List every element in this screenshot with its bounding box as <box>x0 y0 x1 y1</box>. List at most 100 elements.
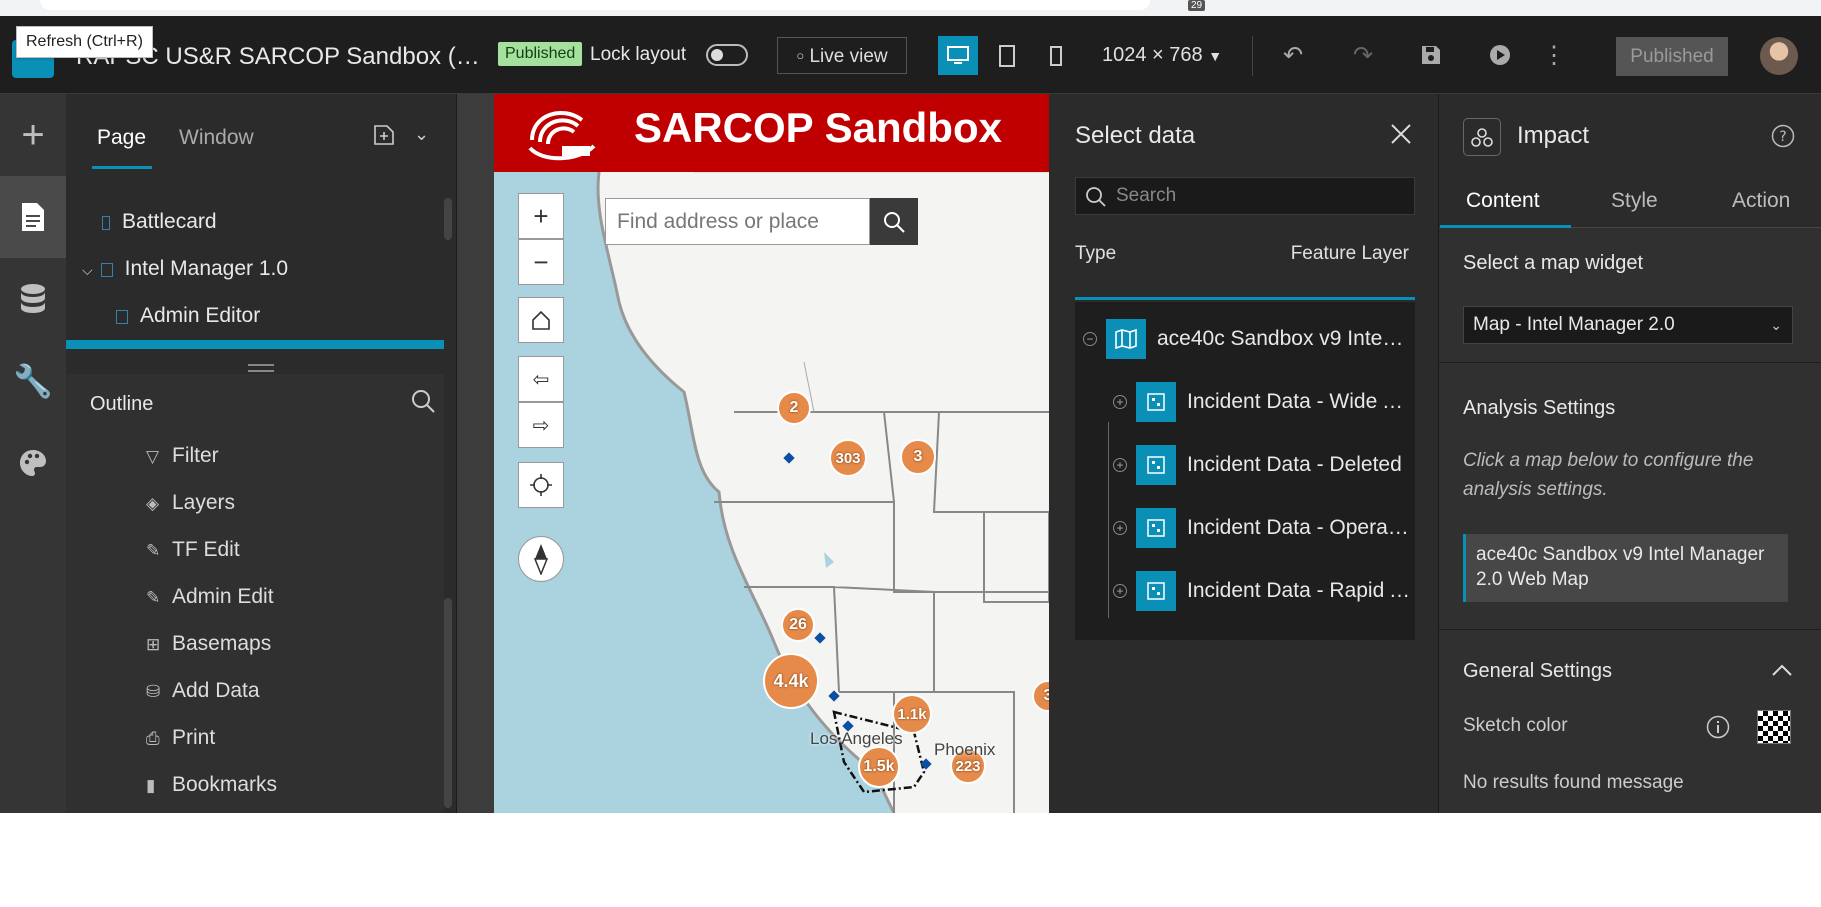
cluster-marker[interactable]: 1.5k <box>858 746 900 788</box>
page-item-battlecard[interactable]: Battlecard <box>102 210 217 234</box>
redo-button[interactable]: ↷ <box>1348 40 1378 70</box>
theme-button[interactable] <box>0 422 66 504</box>
browser-address-bar[interactable] <box>40 0 1150 10</box>
close-button[interactable] <box>1389 122 1413 151</box>
general-settings-title[interactable]: General Settings <box>1463 660 1612 683</box>
locate-button[interactable] <box>518 462 564 508</box>
layer-item[interactable]: + Incident Data - Deleted <box>1113 445 1413 485</box>
next-extent-button[interactable]: ⇨ <box>518 402 564 448</box>
data-source-root[interactable]: − ace40c Sandbox v9 Intel Manager 2.0 We… <box>1083 319 1413 359</box>
outline-item-bookmarks[interactable]: ▮ Bookmarks <box>146 773 277 797</box>
map-widget[interactable]: + − ⇦ ⇨ Find address or place 2 303 3 26… <box>494 172 1049 813</box>
outline-item-tf-edit[interactable]: ✎ TF Edit <box>146 538 240 562</box>
data-button[interactable] <box>0 258 66 340</box>
filter-icon: ▽ <box>146 447 160 466</box>
tools-button[interactable]: 🔧 <box>0 340 66 422</box>
map-widget-select[interactable]: Map - Intel Manager 2.0 ⌄ <box>1463 306 1793 344</box>
layers-icon: ◈ <box>146 494 160 513</box>
tab-page[interactable]: Page <box>97 126 146 150</box>
cluster-marker[interactable]: 1.1k <box>892 694 932 734</box>
cluster-marker[interactable]: 3 <box>900 439 936 475</box>
mobile-device-button[interactable] <box>1036 36 1076 75</box>
more-vertical-icon: ⋮ <box>1542 41 1566 69</box>
feature-layer-icon <box>1136 445 1176 485</box>
preview-button[interactable] <box>1485 40 1515 70</box>
live-view-button[interactable]: ○ Live view <box>777 37 907 74</box>
zoom-out-button[interactable]: − <box>518 239 564 285</box>
edit-icon: ✎ <box>146 541 161 560</box>
close-icon <box>1391 124 1411 144</box>
type-filter-value[interactable]: Feature Layer <box>1291 243 1409 265</box>
previous-extent-button[interactable]: ⇦ <box>518 356 564 402</box>
cluster-marker[interactable]: 2 <box>777 391 811 425</box>
cluster-marker[interactable]: 26 <box>781 608 815 642</box>
info-icon[interactable] <box>1706 715 1730 744</box>
layer-item[interactable]: + Incident Data - Operations <box>1113 508 1413 548</box>
layer-item[interactable]: + Incident Data - Wide Area Search <box>1113 382 1413 422</box>
outline-scrollbar[interactable] <box>444 598 452 808</box>
chevron-down-icon: ⌵ <box>82 262 93 278</box>
more-options-button[interactable]: ⋮ <box>1539 40 1569 70</box>
page-item-label: Intel Manager 1.0 <box>124 257 289 280</box>
outline-item-label: Add Data <box>172 679 260 702</box>
publish-button[interactable]: Published <box>1616 37 1728 76</box>
pages-scrollbar[interactable] <box>444 198 452 240</box>
plus-icon: + <box>533 200 549 231</box>
tab-content[interactable]: Content <box>1466 189 1540 213</box>
toolbar-divider <box>1252 36 1253 76</box>
outline-item-basemaps[interactable]: ⊞ Basemaps <box>146 632 271 656</box>
outline-item-admin-edit[interactable]: ✎ Admin Edit <box>146 585 274 609</box>
home-button[interactable] <box>518 297 564 343</box>
collapse-section-button[interactable] <box>1771 662 1793 683</box>
tablet-device-button[interactable] <box>987 36 1027 75</box>
help-icon: ? <box>1771 124 1795 148</box>
home-icon <box>532 310 550 330</box>
tab-style[interactable]: Style <box>1611 189 1658 213</box>
cluster-marker[interactable]: 4.4k <box>763 653 819 709</box>
outline-item-layers[interactable]: ◈ Layers <box>146 491 235 515</box>
add-page-button[interactable] <box>373 124 395 151</box>
outline-item-print[interactable]: ⎙ Print <box>146 726 215 750</box>
data-search-input[interactable]: Search <box>1075 177 1415 215</box>
selected-page-indicator <box>66 340 444 349</box>
save-button[interactable] <box>1416 40 1446 70</box>
compass-button[interactable] <box>518 536 564 582</box>
lock-layout-label: Lock layout <box>590 44 687 65</box>
outline-item-filter[interactable]: ▽ Filter <box>146 444 219 468</box>
analysis-hint: Click a map below to configure the analy… <box>1463 450 1754 500</box>
page-button[interactable] <box>0 176 66 258</box>
tab-action[interactable]: Action <box>1732 189 1790 213</box>
city-label: Phoenix <box>934 740 996 759</box>
caret-down-icon: ▼ <box>1208 48 1223 64</box>
cluster-marker[interactable]: 303 <box>829 439 867 477</box>
layer-label: Incident Data - Wide Area Search <box>1187 390 1412 413</box>
analysis-settings-title: Analysis Settings <box>1463 397 1616 419</box>
page-item-admin-editor[interactable]: Admin Editor <box>116 304 260 328</box>
sketch-color-picker[interactable] <box>1757 710 1791 744</box>
select-map-label: Select a map widget <box>1463 252 1644 274</box>
panel-splitter-handle[interactable] <box>248 364 274 372</box>
layer-item[interactable]: + Incident Data - Rapid Assessment <box>1113 571 1413 611</box>
resolution-dropdown[interactable]: 1024 × 768 ▼ <box>1102 44 1222 67</box>
page-item-icon <box>102 216 110 230</box>
help-button[interactable]: ? <box>1771 124 1795 153</box>
undo-button[interactable]: ↶ <box>1278 40 1308 70</box>
tab-window[interactable]: Window <box>179 126 254 150</box>
insert-widget-button[interactable]: + <box>0 94 66 176</box>
map-search-button[interactable] <box>870 198 918 245</box>
app-header-banner[interactable]: SARCOP Sandbox <box>494 94 1049 172</box>
outline-item-label: Filter <box>172 444 219 467</box>
circle-icon: ○ <box>796 48 805 63</box>
outline-item-add-data[interactable]: ⛁ Add Data <box>146 679 260 703</box>
desktop-device-button[interactable] <box>938 36 978 75</box>
page-item-intel-manager[interactable]: ⌵ Intel Manager 1.0 <box>82 257 288 281</box>
map-search-input[interactable]: Find address or place <box>605 198 870 245</box>
add-page-dropdown[interactable]: ⌄ <box>414 124 429 145</box>
resolution-value: 1024 × 768 <box>1102 44 1203 66</box>
outline-search-button[interactable] <box>410 388 436 419</box>
lock-layout-toggle[interactable] <box>706 44 748 66</box>
map-basemap <box>494 172 1049 813</box>
zoom-in-button[interactable]: + <box>518 193 564 239</box>
user-avatar[interactable] <box>1760 37 1798 75</box>
web-map-card[interactable]: ace40c Sandbox v9 Intel Manager 2.0 Web … <box>1463 534 1788 602</box>
